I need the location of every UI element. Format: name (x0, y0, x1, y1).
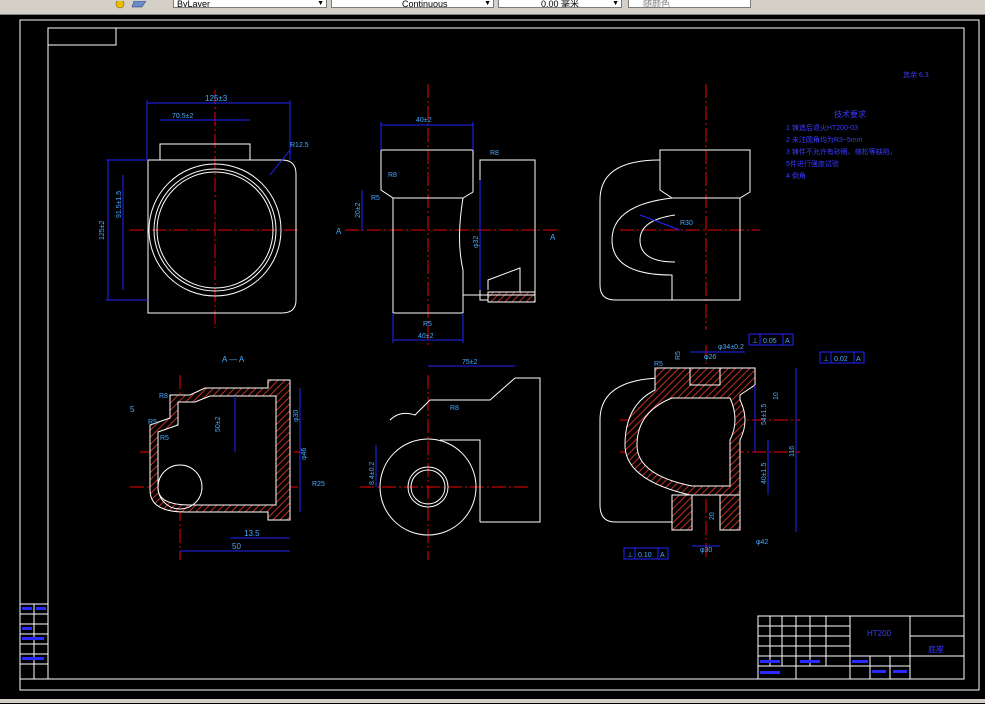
tech-req-item: 3 铸件不允许有砂眼、缩松等缺陷， (786, 147, 897, 156)
br-small-left: R5 (654, 361, 663, 368)
br-bottom-small: φ42 (756, 539, 768, 546)
layer-state-icons[interactable] (112, 0, 162, 10)
sec-dim-bottom-2: 50 (232, 542, 241, 551)
dim-height: 125±2 (99, 220, 106, 240)
front-r-lower: R5 (423, 321, 432, 328)
tol-1: 0.05 (763, 338, 777, 345)
br-bottom: φ30 (700, 547, 712, 554)
section-title: A — A (222, 355, 245, 364)
tolerance-frame: ⊥ 0.05 A (748, 333, 794, 346)
bottom-right-view[interactable]: ⊥ 0.05 A ⊥ 0.02 A ⊥ 0.10 A φ34±0.2 φ26 R… (599, 333, 865, 560)
revision-column (19, 603, 49, 680)
tol-2: 0.02 (834, 356, 848, 363)
plotstyle-select[interactable]: 随颜色 (628, 0, 751, 8)
front-view[interactable]: 40±2 40±2 R8 R5 R8 R5 20±2 φ32 A A (336, 84, 560, 345)
section-view[interactable]: A — A R8 R5 R5 5 50±2 φ30 φ46 R25 13.5 5… (130, 355, 325, 560)
lineweight-select[interactable]: 0.00 毫米 ▼ (498, 0, 622, 8)
tolerance-frame: ⊥ 0.02 A (819, 351, 865, 364)
bottom-mid-view[interactable]: 75±2 R8 8.4±0.2 (360, 359, 541, 560)
front-r-left: R5 (371, 195, 380, 202)
svg-text:⊥: ⊥ (823, 356, 829, 363)
horizontal-scrollbar[interactable] (0, 699, 985, 703)
layer-value: ByLayer (177, 0, 211, 8)
technical-requirements: 技术要求 1 铸造后退火HT200-03 2 未注圆角均为R3~5mm 3 铸件… (786, 70, 929, 180)
tech-req-item: 2 未注圆角均为R3~5mm (786, 135, 863, 144)
tech-req-item: 1 铸造后退火HT200-03 (786, 123, 858, 132)
tol-1-datum: A (785, 338, 790, 345)
lineweight-value: 0.00 毫米 (541, 0, 580, 8)
sec-dim-height: φ46 (301, 448, 308, 460)
material: HT200 (867, 629, 892, 638)
sec-r-inner: R5 (160, 435, 169, 442)
section-mark-left: A (336, 227, 342, 236)
tol-3-datum: A (660, 552, 665, 559)
properties-toolbar: ByLayer ▼ Continuous ▼ 0.00 毫米 ▼ 随颜色 (0, 0, 985, 15)
tol-3: 0.10 (638, 552, 652, 559)
br-left-vert: 20 (709, 512, 716, 520)
tol-2-datum: A (856, 356, 861, 363)
section-mark-right: A (550, 233, 556, 242)
front-left-vertical: 20±2 (355, 202, 362, 218)
bm-dim-top: 75±2 (462, 359, 478, 366)
front-dim-top: 40±2 (416, 117, 432, 124)
br-right: 10 (773, 392, 780, 400)
dim-overall-width: 125±3 (205, 94, 228, 103)
front-r-right: R8 (490, 150, 499, 157)
dim-flange-width: 70.5±2 (172, 113, 193, 120)
plotstyle-value: 随颜色 (643, 0, 671, 8)
dim-radius: R12.5 (290, 142, 309, 149)
br-dim-top: φ34±0.2 (718, 344, 744, 351)
bm-dim-radius: R8 (450, 405, 459, 412)
chevron-down-icon: ▼ (484, 0, 491, 7)
drawing-canvas[interactable]: 125±3 70.5±2 125±2 91.5±1.5 R12.5 40±2 4… (0, 15, 985, 703)
title-block: HT200 底座 (757, 615, 965, 680)
chevron-down-icon: ▼ (612, 0, 619, 7)
chevron-down-icon: ▼ (317, 0, 324, 7)
sec-dim-bottom-1: 13.5 (244, 529, 260, 538)
roughness-other: 其余 6.3 (903, 70, 929, 79)
br-vert-1: 54±1.5 (761, 404, 768, 425)
sec-phi-right: φ30 (293, 410, 300, 422)
sec-dim-left: 5 (130, 405, 135, 414)
front-r-top: R8 (388, 172, 397, 179)
linetype-select[interactable]: Continuous ▼ (331, 0, 494, 8)
tolerance-frame: ⊥ 0.10 A (623, 547, 669, 560)
front-dim-bottom: 40±2 (418, 333, 434, 340)
sec-dim-angle: R25 (312, 481, 325, 488)
tech-req-title: 技术要求 (834, 109, 866, 119)
svg-text:⊥: ⊥ (752, 338, 758, 345)
linetype-value: Continuous (402, 0, 448, 8)
part-name: 底座 (928, 644, 944, 654)
top-view[interactable]: 125±3 70.5±2 125±2 91.5±1.5 R12.5 (99, 90, 309, 328)
layer-select[interactable]: ByLayer ▼ (173, 0, 327, 8)
tech-req-item: 4 倒角 (786, 171, 806, 180)
br-dim-inner: φ26 (704, 354, 716, 361)
br-vert-2: 40±1.5 (761, 463, 768, 484)
sec-r-mid: R5 (148, 419, 157, 426)
side-view[interactable]: R30 (599, 84, 760, 330)
sec-r-top: R8 (159, 393, 168, 400)
tech-req-item: 5件进行强度试验 (786, 159, 839, 168)
svg-text:⊥: ⊥ (627, 552, 633, 559)
bm-dim-left: 8.4±0.2 (369, 462, 376, 485)
front-diameter: φ32 (473, 236, 480, 248)
sec-dim-vert: 50±2 (215, 416, 222, 432)
dim-inner-height: 91.5±1.5 (116, 191, 123, 218)
side-dim-radius: R30 (680, 220, 693, 227)
br-r-left: R5 (675, 351, 682, 360)
br-height: 116 (789, 446, 796, 457)
